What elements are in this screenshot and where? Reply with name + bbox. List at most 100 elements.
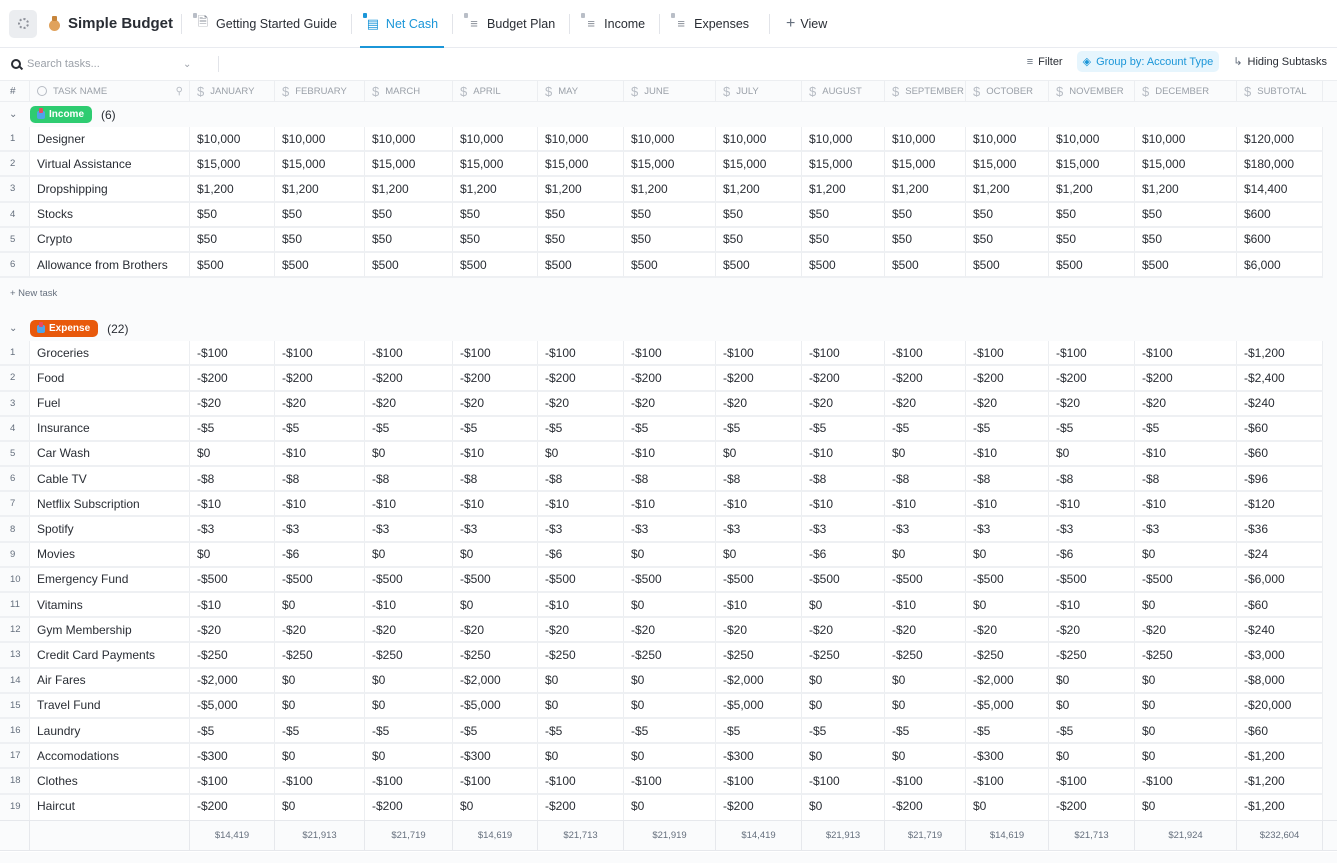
amount-cell[interactable]: $0: [1049, 668, 1135, 694]
amount-cell[interactable]: $1,200: [1135, 177, 1237, 203]
table-row[interactable]: 4 Stocks $50 $50 $50 $50 $50 $50 $50 $50 $50 $50 $50…: [0, 202, 1337, 228]
amount-cell[interactable]: $50: [802, 202, 885, 228]
amount-cell[interactable]: -$1,200: [1237, 341, 1323, 367]
task-name-cell[interactable]: Virtual Assistance: [30, 152, 190, 178]
amount-cell[interactable]: -$10: [365, 492, 453, 518]
amount-cell[interactable]: $6,000: [1237, 252, 1323, 279]
amount-cell[interactable]: -$5: [275, 718, 365, 745]
amount-cell[interactable]: -$3: [453, 517, 538, 543]
amount-cell[interactable]: -$20: [453, 391, 538, 417]
amount-cell[interactable]: -$10: [885, 492, 966, 518]
amount-cell[interactable]: -$200: [365, 366, 453, 392]
new-task-button[interactable]: + New task: [0, 278, 1337, 309]
amount-cell[interactable]: -$20: [885, 618, 966, 644]
amount-cell[interactable]: $500: [1135, 252, 1237, 279]
amount-cell[interactable]: -$3: [966, 517, 1049, 543]
amount-cell[interactable]: $500: [966, 252, 1049, 279]
amount-cell[interactable]: $50: [453, 202, 538, 228]
amount-cell[interactable]: $0: [966, 593, 1049, 619]
column-header-june[interactable]: $ JUNE: [624, 81, 716, 101]
table-row[interactable]: 6 Allowance from Brothers $500 $500 $500 $500…: [0, 252, 1337, 279]
table-row[interactable]: 10 Emergency Fund -$500 -$500 -$500 -$500 -$50…: [0, 567, 1337, 593]
amount-cell[interactable]: $0: [190, 542, 275, 568]
amount-cell[interactable]: $120,000: [1237, 127, 1323, 153]
amount-cell[interactable]: -$100: [966, 769, 1049, 795]
amount-cell[interactable]: $15,000: [190, 152, 275, 178]
table-row[interactable]: 2 Virtual Assistance $15,000 $15,000 $15,000…: [0, 152, 1337, 178]
amount-cell[interactable]: -$10: [1135, 492, 1237, 518]
amount-cell[interactable]: $50: [538, 227, 624, 253]
amount-cell[interactable]: -$200: [275, 366, 365, 392]
amount-cell[interactable]: -$10: [624, 492, 716, 518]
amount-cell[interactable]: -$250: [802, 643, 885, 669]
column-header-april[interactable]: $ APRIL: [453, 81, 538, 101]
amount-cell[interactable]: $10,000: [716, 127, 802, 153]
table-row[interactable]: 13 Credit Card Payments -$250 -$250 -$250 -$2…: [0, 643, 1337, 669]
amount-cell[interactable]: $500: [802, 252, 885, 279]
column-header-february[interactable]: $ FEBRUARY: [275, 81, 365, 101]
amount-cell[interactable]: $50: [365, 227, 453, 253]
table-row[interactable]: 6 Cable TV -$8 -$8 -$8 -$8 -$8 -$8 -$8 -$8 -$8 -$8-…: [0, 467, 1337, 493]
amount-cell[interactable]: -$200: [538, 366, 624, 392]
amount-cell[interactable]: $15,000: [538, 152, 624, 178]
amount-cell[interactable]: $0: [365, 668, 453, 694]
amount-cell[interactable]: -$20: [365, 391, 453, 417]
column-header-august[interactable]: $ AUGUST: [802, 81, 885, 101]
amount-cell[interactable]: -$5,000: [453, 693, 538, 719]
amount-cell[interactable]: -$500: [885, 567, 966, 593]
amount-cell[interactable]: -$10: [885, 593, 966, 619]
column-header-subtotal[interactable]: $ SUBTOTAL: [1237, 81, 1323, 101]
amount-cell[interactable]: -$300: [453, 744, 538, 770]
amount-cell[interactable]: -$36: [1237, 517, 1323, 543]
amount-cell[interactable]: -$500: [453, 567, 538, 593]
amount-cell[interactable]: $0: [885, 693, 966, 719]
amount-cell[interactable]: -$20: [538, 391, 624, 417]
amount-cell[interactable]: -$6,000: [1237, 567, 1323, 593]
amount-cell[interactable]: $50: [966, 202, 1049, 228]
amount-cell[interactable]: $10,000: [966, 127, 1049, 153]
task-name-cell[interactable]: Dropshipping: [30, 177, 190, 203]
filter-button[interactable]: ≡ Filter: [1021, 52, 1069, 72]
column-header-march[interactable]: $ MARCH: [365, 81, 453, 101]
amount-cell[interactable]: -$20: [1135, 391, 1237, 417]
amount-cell[interactable]: -$96: [1237, 467, 1323, 493]
amount-cell[interactable]: -$6: [1049, 542, 1135, 568]
task-name-cell[interactable]: Cable TV: [30, 467, 190, 493]
amount-cell[interactable]: -$5: [716, 416, 802, 442]
amount-cell[interactable]: -$250: [624, 643, 716, 669]
amount-cell[interactable]: $50: [966, 227, 1049, 253]
amount-cell[interactable]: -$200: [802, 366, 885, 392]
amount-cell[interactable]: -$1,200: [1237, 744, 1323, 770]
amount-cell[interactable]: -$3: [275, 517, 365, 543]
amount-cell[interactable]: -$250: [966, 643, 1049, 669]
amount-cell[interactable]: $10,000: [885, 127, 966, 153]
amount-cell[interactable]: $0: [538, 441, 624, 468]
amount-cell[interactable]: -$3: [190, 517, 275, 543]
amount-cell[interactable]: -$6: [802, 542, 885, 568]
amount-cell[interactable]: -$100: [885, 341, 966, 367]
amount-cell[interactable]: -$8: [453, 467, 538, 493]
amount-cell[interactable]: -$5: [1049, 718, 1135, 745]
amount-cell[interactable]: $50: [453, 227, 538, 253]
amount-cell[interactable]: -$500: [966, 567, 1049, 593]
table-row[interactable]: 16 Laundry -$5 -$5 -$5 -$5 -$5 -$5 -$5 -$5 -$5 -$5-…: [0, 718, 1337, 745]
amount-cell[interactable]: $10,000: [624, 127, 716, 153]
amount-cell[interactable]: -$8: [966, 467, 1049, 493]
amount-cell[interactable]: -$8: [885, 467, 966, 493]
amount-cell[interactable]: -$20: [190, 391, 275, 417]
amount-cell[interactable]: $500: [275, 252, 365, 279]
amount-cell[interactable]: -$100: [1135, 769, 1237, 795]
amount-cell[interactable]: -$24: [1237, 542, 1323, 568]
amount-cell[interactable]: -$20: [275, 391, 365, 417]
amount-cell[interactable]: -$5: [365, 416, 453, 442]
amount-cell[interactable]: $10,000: [538, 127, 624, 153]
amount-cell[interactable]: $500: [1049, 252, 1135, 279]
amount-cell[interactable]: $10,000: [1049, 127, 1135, 153]
chevron-down-icon[interactable]: ⌄: [0, 323, 30, 334]
table-row[interactable]: 3 Dropshipping $1,200 $1,200 $1,200 $1,200 $1,…: [0, 177, 1337, 203]
amount-cell[interactable]: -$20: [716, 391, 802, 417]
tab-getting-started-guide[interactable]: 🗎 Getting Started Guide: [190, 0, 343, 48]
amount-cell[interactable]: -$5,000: [190, 693, 275, 719]
amount-cell[interactable]: $0: [453, 593, 538, 619]
amount-cell[interactable]: -$500: [624, 567, 716, 593]
